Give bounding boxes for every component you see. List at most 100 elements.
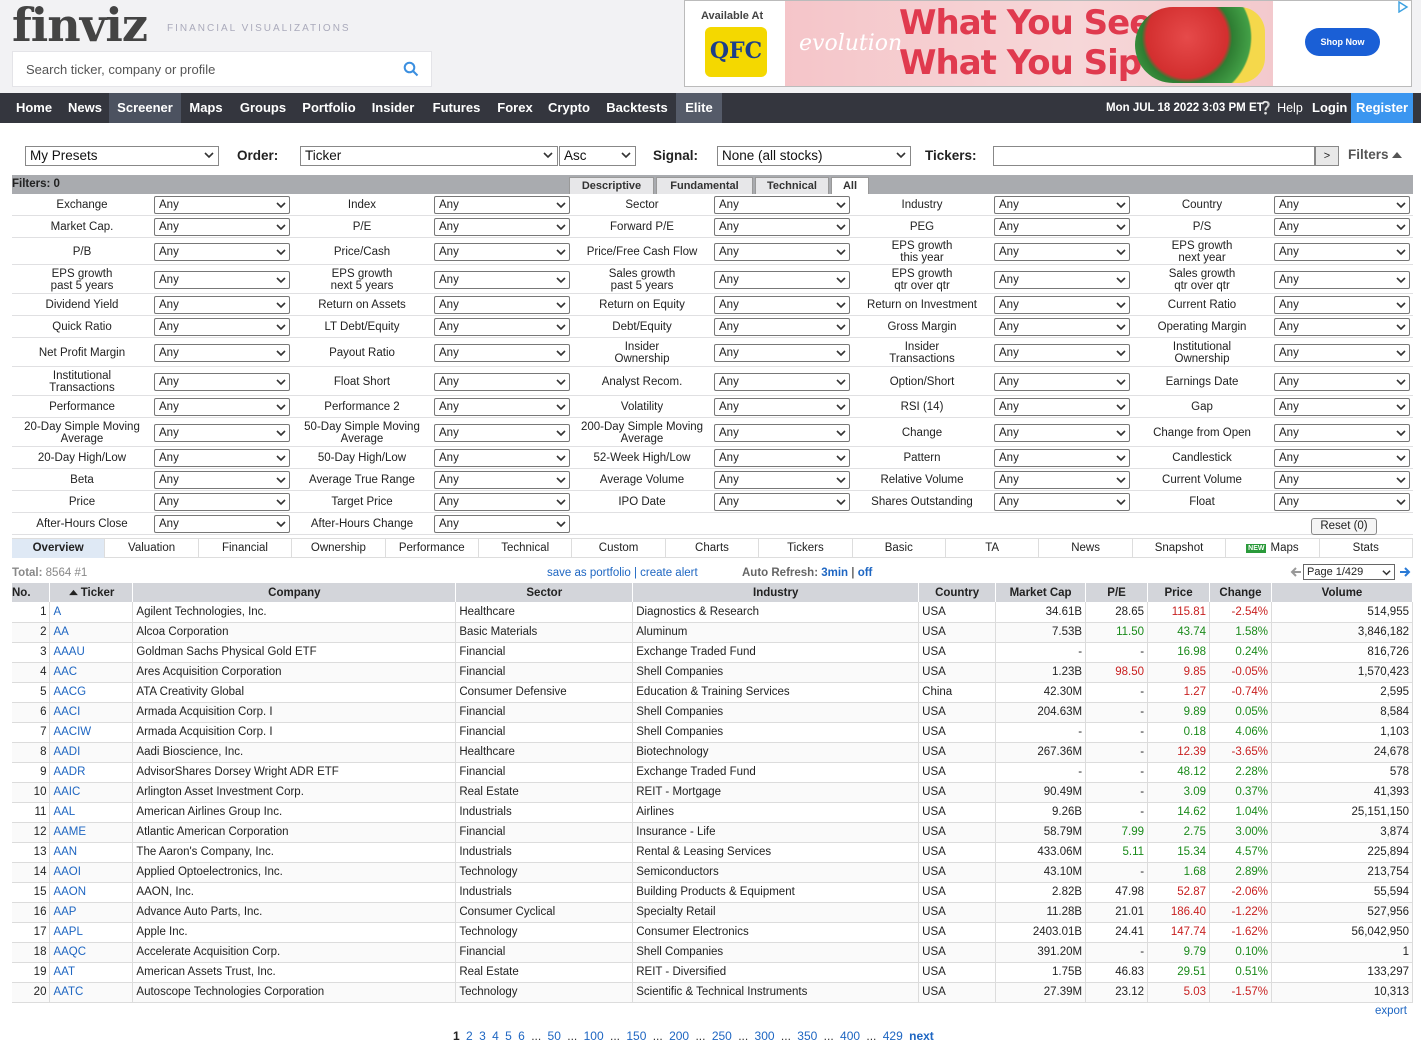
filter-select-institutional-transactions[interactable]: Any <box>154 372 290 391</box>
filter-select-performance[interactable]: Any <box>154 398 290 416</box>
filter-select-exchange[interactable]: Any <box>154 196 290 214</box>
page-link-400[interactable]: 400 <box>840 1029 860 1043</box>
filter-select-beta[interactable]: Any <box>154 471 290 489</box>
help-link[interactable]: ❔ Help <box>1258 93 1303 123</box>
table-row[interactable]: 6 AACI Armada Acquisition Corp. I Financial… <box>12 702 1414 723</box>
next-page-arrow-icon[interactable] <box>1399 566 1411 578</box>
nav-backtests[interactable]: Backtests <box>598 93 676 123</box>
filter-select-operating-margin[interactable]: Any <box>1274 318 1410 336</box>
filter-select-p-b[interactable]: Any <box>154 242 290 261</box>
page-link-6[interactable]: 6 <box>518 1029 525 1043</box>
filter-select-pattern[interactable]: Any <box>994 449 1130 467</box>
table-row[interactable]: 10 AAIC Arlington Asset Investment Corp. Re… <box>12 782 1414 803</box>
ticker-link[interactable]: AAPL <box>49 922 134 943</box>
column-header-volume[interactable]: Volume <box>1271 583 1414 602</box>
ticker-link[interactable]: AAC <box>49 662 134 683</box>
view-tab-ownership[interactable]: Ownership <box>292 539 386 558</box>
filter-select-gap[interactable]: Any <box>1274 398 1410 416</box>
filter-select-index[interactable]: Any <box>434 196 570 214</box>
ticker-link[interactable]: AACI <box>49 702 134 723</box>
table-row[interactable]: 18 AAQC Accelerate Acquisition Corp. Financ… <box>12 942 1414 963</box>
filter-select-p-e[interactable]: Any <box>434 218 570 236</box>
view-tab-snapshot[interactable]: Snapshot <box>1133 539 1227 558</box>
nav-screener[interactable]: Screener <box>109 93 181 123</box>
table-row[interactable]: 20 AATC Autoscope Technologies Corporation… <box>12 982 1414 1003</box>
filter-select-50-day-simple-moving-average[interactable]: Any <box>434 423 570 442</box>
filter-select-dividend-yield[interactable]: Any <box>154 296 290 314</box>
filter-select-eps-growth-next-year[interactable]: Any <box>1274 242 1410 261</box>
table-row[interactable]: 17 AAPL Apple Inc. Technology Consumer Elect… <box>12 922 1414 943</box>
filter-select-insider-transactions[interactable]: Any <box>994 343 1130 362</box>
view-tab-tickers[interactable]: Tickers <box>759 539 853 558</box>
view-tab-overview[interactable]: Overview <box>12 539 106 558</box>
nav-forex[interactable]: Forex <box>490 93 540 123</box>
prev-page-arrow-icon[interactable] <box>1290 566 1302 578</box>
advertisement-banner[interactable]: Available At QFC evolution What You See … <box>684 0 1412 87</box>
filter-select-target-price[interactable]: Any <box>434 493 570 511</box>
filter-select-return-on-equity[interactable]: Any <box>714 296 850 314</box>
table-row[interactable]: 15 AAON AAON, Inc. Industrials Building Prod… <box>12 882 1414 903</box>
filter-select-option-short[interactable]: Any <box>994 372 1130 391</box>
page-link-150[interactable]: 150 <box>626 1029 646 1043</box>
table-row[interactable]: 12 AAME Atlantic American Corporation Finan… <box>12 822 1414 843</box>
table-row[interactable]: 4 AAC Ares Acquisition Corporation Financia… <box>12 662 1414 683</box>
filter-select-20-day-simple-moving-average[interactable]: Any <box>154 423 290 442</box>
table-row[interactable]: 8 AADI Aadi Bioscience, Inc. Healthcare Biot… <box>12 742 1414 763</box>
ticker-link[interactable]: AACIW <box>49 722 134 743</box>
column-header-company[interactable]: Company <box>132 583 457 602</box>
column-header-country[interactable]: Country <box>918 583 997 602</box>
register-button[interactable]: Register <box>1351 93 1413 123</box>
filter-select-peg[interactable]: Any <box>994 218 1130 236</box>
view-tab-financial[interactable]: Financial <box>199 539 293 558</box>
filter-select-average-true-range[interactable]: Any <box>434 471 570 489</box>
ticker-link[interactable]: AAT <box>49 962 134 983</box>
filter-select-eps-growth-qtr-over-qtr[interactable]: Any <box>994 270 1130 289</box>
view-tab-performance[interactable]: Performance <box>386 539 479 558</box>
filter-select-quick-ratio[interactable]: Any <box>154 318 290 336</box>
ticker-link[interactable]: AADI <box>49 742 134 763</box>
view-tab-news[interactable]: News <box>1039 539 1133 558</box>
filter-select-candlestick[interactable]: Any <box>1274 449 1410 467</box>
filter-select-change[interactable]: Any <box>994 423 1130 442</box>
filter-select-price[interactable]: Any <box>154 493 290 511</box>
ticker-link[interactable]: A <box>49 602 134 623</box>
view-tab-ta[interactable]: TA <box>946 539 1040 558</box>
nav-insider[interactable]: Insider <box>363 93 423 123</box>
order-direction-select[interactable]: Asc <box>559 146 636 166</box>
auto-refresh-off[interactable]: off <box>858 567 873 579</box>
table-row[interactable]: 13 AAN The Aaron's Company, Inc. Industrial… <box>12 842 1414 863</box>
nav-portfolio[interactable]: Portfolio <box>295 93 363 123</box>
filter-select-debt-equity[interactable]: Any <box>714 318 850 336</box>
filter-select-after-hours-change[interactable]: Any <box>434 515 570 533</box>
table-row[interactable]: 5 AACG ATA Creativity Global Consumer Defen… <box>12 682 1414 703</box>
ticker-link[interactable]: AAL <box>49 802 134 823</box>
nav-crypto[interactable]: Crypto <box>540 93 598 123</box>
auto-refresh-interval[interactable]: 3min <box>821 567 848 579</box>
ticker-link[interactable]: AAON <box>49 882 134 903</box>
tickers-input[interactable] <box>993 146 1315 166</box>
page-select[interactable]: Page 1/429 <box>1303 564 1395 580</box>
column-header-sector[interactable]: Sector <box>455 583 634 602</box>
filter-select-analyst-recom[interactable]: Any <box>714 372 850 391</box>
create-alert-link[interactable]: create alert <box>640 567 698 579</box>
ticker-link[interactable]: AA <box>49 622 134 643</box>
filter-select-20-day-high-low[interactable]: Any <box>154 449 290 467</box>
tickers-go-button[interactable]: > <box>1315 146 1339 166</box>
column-header-no[interactable]: No. <box>12 583 51 602</box>
table-row[interactable]: 1 A Agilent Technologies, Inc. Healthcare Di… <box>12 602 1414 623</box>
ticker-link[interactable]: AAAU <box>49 642 134 663</box>
table-row[interactable]: 14 AAOI Applied Optoelectronics, Inc. Techn… <box>12 862 1414 883</box>
column-header-change[interactable]: Change <box>1209 583 1272 602</box>
ticker-link[interactable]: AAOI <box>49 862 134 883</box>
table-row[interactable]: 2 AA Alcoa Corporation Basic Materials Alumi… <box>12 622 1414 643</box>
filter-select-market-cap[interactable]: Any <box>154 218 290 236</box>
filter-select-float[interactable]: Any <box>1274 493 1410 511</box>
filter-select-50-day-high-low[interactable]: Any <box>434 449 570 467</box>
filter-select-insider-ownership[interactable]: Any <box>714 343 850 362</box>
filter-select-volatility[interactable]: Any <box>714 398 850 416</box>
table-row[interactable]: 11 AAL American Airlines Group Inc. Industr… <box>12 802 1414 823</box>
page-link-429[interactable]: 429 <box>883 1029 903 1043</box>
tab-all[interactable]: All <box>831 177 869 194</box>
filter-select-price-cash[interactable]: Any <box>434 242 570 261</box>
table-row[interactable]: 16 AAP Advance Auto Parts, Inc. Consumer Cy… <box>12 902 1414 923</box>
